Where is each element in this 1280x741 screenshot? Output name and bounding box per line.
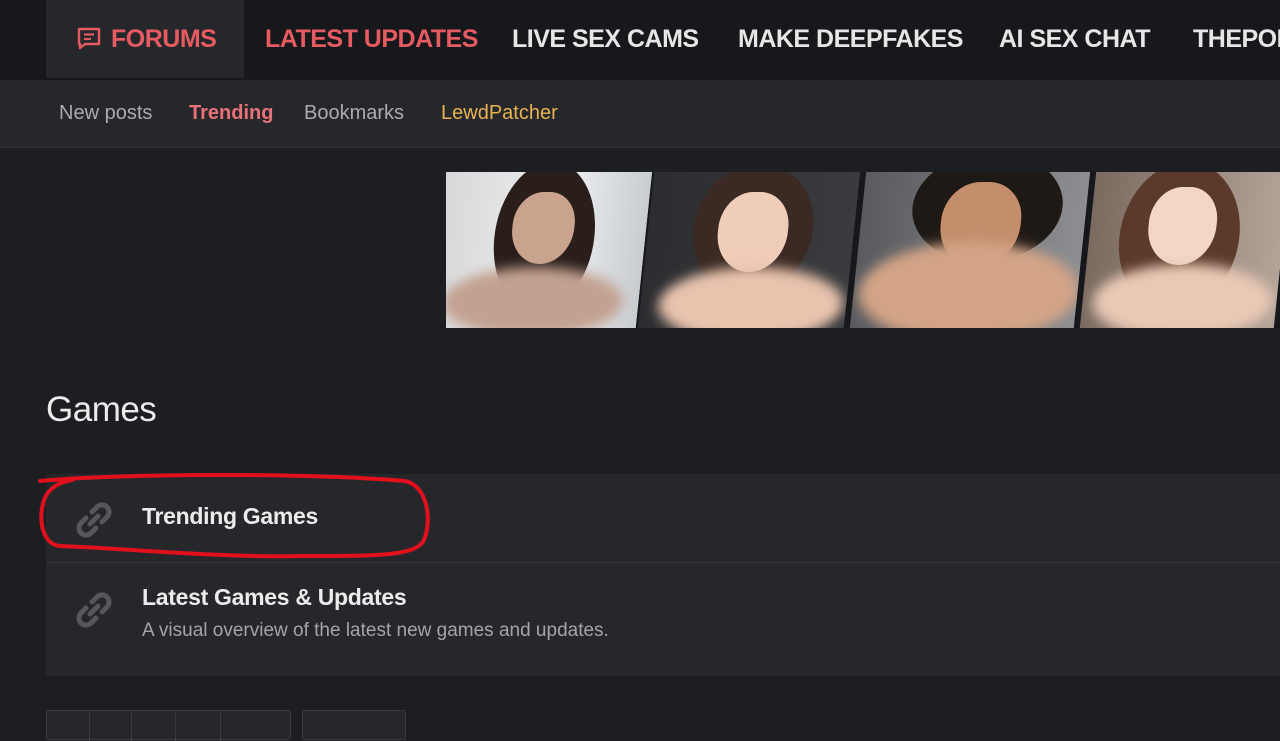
banner-panel-1 [446,172,659,328]
nav-theporn-truncated[interactable]: THEPOR [1193,0,1280,78]
nav-forums-label: FORUMS [111,24,217,53]
node-description: A visual overview of the latest new game… [142,620,609,641]
subnav-new-posts[interactable]: New posts [59,80,152,146]
subnav-bookmarks[interactable]: Bookmarks [304,80,404,146]
banner-panel-2 [637,172,867,328]
node-latest-games-updates[interactable]: Latest Games & Updates A visual overview… [46,564,1280,676]
filter-button[interactable] [302,710,406,740]
banner-panel-3 [849,172,1097,328]
ad-banner[interactable] [446,172,1280,328]
nav-make-deepfakes[interactable]: MAKE DEEPFAKES [738,0,963,78]
banner-panel-4 [1079,172,1280,328]
nav-live-sex-cams[interactable]: LIVE SEX CAMS [512,0,699,78]
node-trending-games[interactable]: Trending Games [46,474,1280,563]
sub-navigation: New posts Trending Bookmarks LewdPatcher [0,80,1280,148]
forum-icon [77,27,101,50]
subnav-lewdpatcher[interactable]: LewdPatcher [441,80,558,146]
nav-latest-updates[interactable]: LATEST UPDATES [265,0,478,78]
nav-ai-sex-chat[interactable]: AI SEX CHAT [999,0,1151,78]
subnav-trending[interactable]: Trending [189,80,273,146]
node-list: Trending Games Latest Games & Updates A … [46,474,1280,676]
pagination[interactable] [46,710,291,741]
node-title[interactable]: Latest Games & Updates [142,584,407,611]
link-icon [76,592,112,628]
top-navigation: FORUMS LATEST UPDATES LIVE SEX CAMS MAKE… [0,0,1280,80]
link-icon [76,502,112,538]
section-title-games: Games [46,390,157,429]
nav-forums[interactable]: FORUMS [46,0,245,78]
node-title[interactable]: Trending Games [142,503,318,530]
